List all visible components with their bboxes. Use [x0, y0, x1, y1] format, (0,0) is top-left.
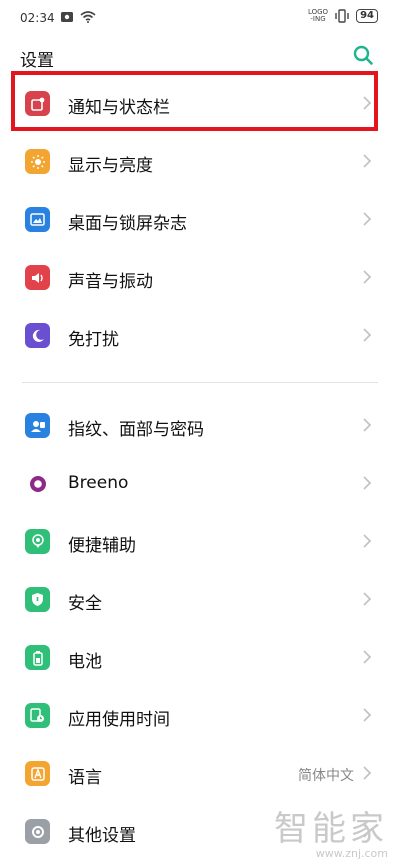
chevron-right-icon: [363, 476, 372, 490]
brightness-icon: [25, 149, 50, 174]
settings-item-sound[interactable]: 声音与振动: [0, 248, 400, 306]
page-header: 设置: [0, 38, 400, 74]
chevron-right-icon: [363, 708, 372, 722]
settings-item-do-not-disturb[interactable]: 免打扰: [0, 306, 400, 364]
chevron-right-icon: [363, 592, 372, 606]
wallpaper-icon: [25, 207, 50, 232]
other-settings-icon: [25, 819, 50, 844]
sound-icon: [25, 265, 50, 290]
battery-icon: [25, 645, 50, 670]
settings-item-label: 声音与振动: [68, 272, 153, 292]
settings-item-label: 便捷辅助: [68, 536, 136, 556]
vibrate-icon: [335, 9, 349, 23]
chevron-right-icon: [363, 270, 372, 284]
settings-group-system: 指纹、面部与密码 Breeno 便捷辅助 安全 电池 应用使用时间 语言 简体中…: [0, 396, 400, 860]
logo-ing-icon: LOGO -ING: [307, 8, 329, 23]
settings-item-label: 其他设置: [68, 826, 136, 846]
settings-item-display[interactable]: 显示与亮度: [0, 132, 400, 190]
settings-item-battery[interactable]: 电池: [0, 628, 400, 686]
section-divider: [22, 382, 378, 383]
settings-item-language[interactable]: 语言 简体中文: [0, 744, 400, 802]
wifi-icon: [80, 11, 96, 23]
status-time: 02:34: [20, 11, 55, 25]
settings-item-label: 电池: [68, 652, 102, 672]
chevron-right-icon: [363, 212, 372, 226]
chevron-right-icon: [363, 650, 372, 664]
chevron-right-icon: [363, 534, 372, 548]
chevron-right-icon: [363, 328, 372, 342]
chevron-right-icon: [363, 418, 372, 432]
settings-item-label: Breeno: [68, 473, 129, 493]
settings-item-convenience[interactable]: 便捷辅助: [0, 512, 400, 570]
gallery-notification-icon: [61, 12, 73, 22]
search-icon[interactable]: [352, 44, 374, 66]
settings-item-label: 指纹、面部与密码: [68, 420, 204, 440]
settings-item-label: 免打扰: [68, 330, 119, 350]
moon-icon: [25, 323, 50, 348]
status-bar: 02:34 LOGO -ING 94: [0, 0, 400, 38]
assist-icon: [25, 529, 50, 554]
settings-item-security[interactable]: 安全: [0, 570, 400, 628]
settings-item-label: 安全: [68, 594, 102, 614]
chevron-right-icon: [363, 766, 372, 780]
highlight-box: [11, 71, 378, 131]
settings-item-breeno[interactable]: Breeno: [0, 454, 400, 512]
language-value: 简体中文: [298, 768, 354, 784]
fingerprint-icon: [25, 413, 50, 438]
watermark: 智能家 www.znj.com: [274, 809, 388, 860]
settings-item-label: 语言: [68, 768, 102, 788]
language-icon: [25, 761, 50, 786]
settings-item-label: 桌面与锁屏杂志: [68, 214, 187, 234]
shield-icon: [25, 587, 50, 612]
battery-indicator: 94: [356, 9, 378, 23]
settings-item-biometrics[interactable]: 指纹、面部与密码: [0, 396, 400, 454]
breeno-icon: [25, 471, 50, 496]
chevron-right-icon: [363, 154, 372, 168]
settings-item-label: 显示与亮度: [68, 156, 153, 176]
app-time-icon: [25, 703, 50, 728]
settings-item-wallpaper[interactable]: 桌面与锁屏杂志: [0, 190, 400, 248]
page-title: 设置: [20, 51, 54, 71]
settings-item-app-usage-time[interactable]: 应用使用时间: [0, 686, 400, 744]
settings-item-label: 应用使用时间: [68, 710, 170, 730]
